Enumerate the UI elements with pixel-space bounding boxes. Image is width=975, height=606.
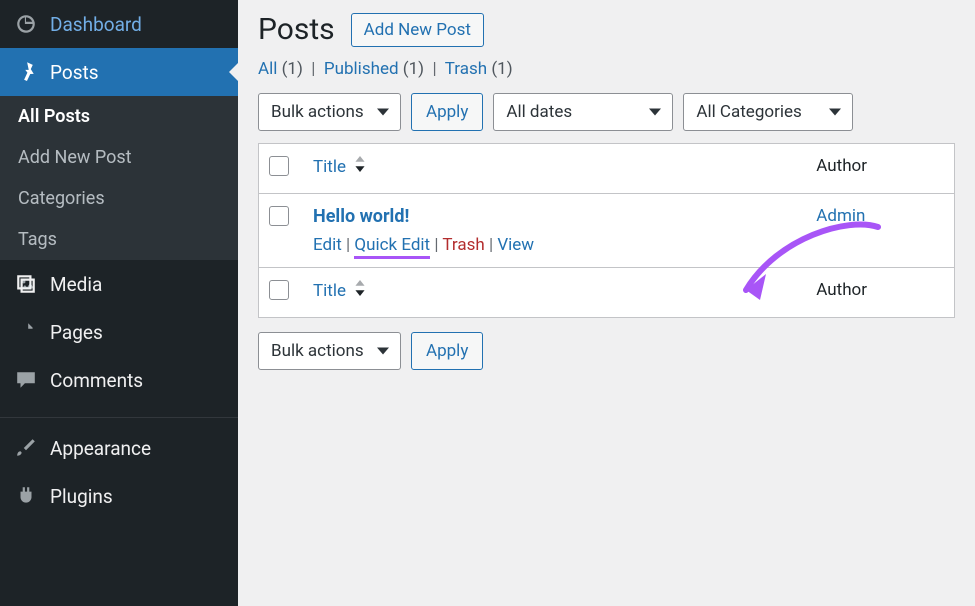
column-title-footer[interactable]: Title <box>303 267 806 317</box>
add-new-post-button[interactable]: Add New Post <box>351 13 484 47</box>
dashboard-icon <box>14 12 38 36</box>
sidebar-item-pages[interactable]: Pages <box>0 308 238 356</box>
sidebar-item-comments[interactable]: Comments <box>0 356 238 404</box>
sort-icon <box>354 280 366 296</box>
sidebar-item-dashboard[interactable]: Dashboard <box>0 0 238 48</box>
select-all-checkbox-bottom[interactable] <box>269 280 289 300</box>
bulk-actions-select[interactable]: Bulk actions <box>258 93 401 131</box>
filter-trash-count: (1) <box>491 59 512 79</box>
page-header: Posts Add New Post <box>258 12 955 47</box>
pages-icon <box>14 320 38 344</box>
action-view[interactable]: View <box>497 235 534 255</box>
sidebar-item-posts[interactable]: Posts <box>0 48 238 96</box>
sidebar-label-dashboard: Dashboard <box>50 13 142 36</box>
apply-button-top[interactable]: Apply <box>411 93 483 131</box>
bulk-actions-wrap: Bulk actions <box>258 93 401 131</box>
submenu-all-posts[interactable]: All Posts <box>0 96 238 137</box>
submenu-categories[interactable]: Categories <box>0 178 238 219</box>
filter-trash[interactable]: Trash <box>445 59 487 79</box>
post-title-link[interactable]: Hello world! <box>313 206 409 227</box>
brush-icon <box>14 436 38 460</box>
comments-icon <box>14 368 38 392</box>
bottom-controls: Bulk actions Apply <box>258 332 955 370</box>
sidebar-label-appearance: Appearance <box>50 437 151 460</box>
bulk-actions-select-bottom[interactable]: Bulk actions <box>258 332 401 370</box>
admin-sidebar: Dashboard Posts All Posts Add New Post C… <box>0 0 238 606</box>
filter-all-count: (1) <box>282 59 303 79</box>
page-title: Posts <box>258 12 335 47</box>
bulk-actions-wrap-bottom: Bulk actions <box>258 332 401 370</box>
author-link[interactable]: Admin <box>816 206 865 226</box>
main-content: Posts Add New Post All (1) | Published (… <box>238 0 975 606</box>
posts-table: Title Author Hello world! Edit | Quick E… <box>258 143 955 318</box>
submenu-tags[interactable]: Tags <box>0 219 238 260</box>
categories-wrap: All Categories <box>683 93 853 131</box>
sidebar-item-media[interactable]: Media <box>0 260 238 308</box>
pin-icon <box>14 60 38 84</box>
categories-select[interactable]: All Categories <box>683 93 853 131</box>
top-controls: Bulk actions Apply All dates All Categor… <box>258 93 955 131</box>
filter-published-count: (1) <box>403 59 424 79</box>
apply-button-bottom[interactable]: Apply <box>411 332 483 370</box>
sidebar-item-appearance[interactable]: Appearance <box>0 424 238 472</box>
action-trash[interactable]: Trash <box>442 235 484 255</box>
sidebar-label-media: Media <box>50 273 102 296</box>
dates-select[interactable]: All dates <box>493 93 673 131</box>
action-quick-edit[interactable]: Quick Edit <box>354 235 430 259</box>
media-icon <box>14 272 38 296</box>
column-author-footer: Author <box>806 267 954 317</box>
plugin-icon <box>14 484 38 508</box>
submenu-add-new[interactable]: Add New Post <box>0 137 238 178</box>
table-row: Hello world! Edit | Quick Edit | Trash |… <box>259 194 954 267</box>
filter-all[interactable]: All <box>258 59 277 79</box>
filter-published[interactable]: Published <box>324 59 399 79</box>
sidebar-label-comments: Comments <box>50 369 143 392</box>
sidebar-item-plugins[interactable]: Plugins <box>0 472 238 520</box>
column-title-footer-label: Title <box>313 281 346 301</box>
row-checkbox[interactable] <box>269 206 289 226</box>
row-actions: Edit | Quick Edit | Trash | View <box>313 235 796 255</box>
sidebar-label-pages: Pages <box>50 321 103 344</box>
sidebar-separator <box>0 410 238 418</box>
sidebar-label-plugins: Plugins <box>50 485 113 508</box>
sidebar-label-posts: Posts <box>50 61 99 84</box>
column-title-header[interactable]: Title <box>303 144 806 194</box>
column-title-label: Title <box>313 157 346 177</box>
column-author-header: Author <box>806 144 954 194</box>
select-all-checkbox-top[interactable] <box>269 156 289 176</box>
status-filters: All (1) | Published (1) | Trash (1) <box>258 59 955 79</box>
sort-icon <box>354 156 366 172</box>
action-edit[interactable]: Edit <box>313 235 342 255</box>
dates-wrap: All dates <box>493 93 673 131</box>
posts-submenu: All Posts Add New Post Categories Tags <box>0 96 238 260</box>
